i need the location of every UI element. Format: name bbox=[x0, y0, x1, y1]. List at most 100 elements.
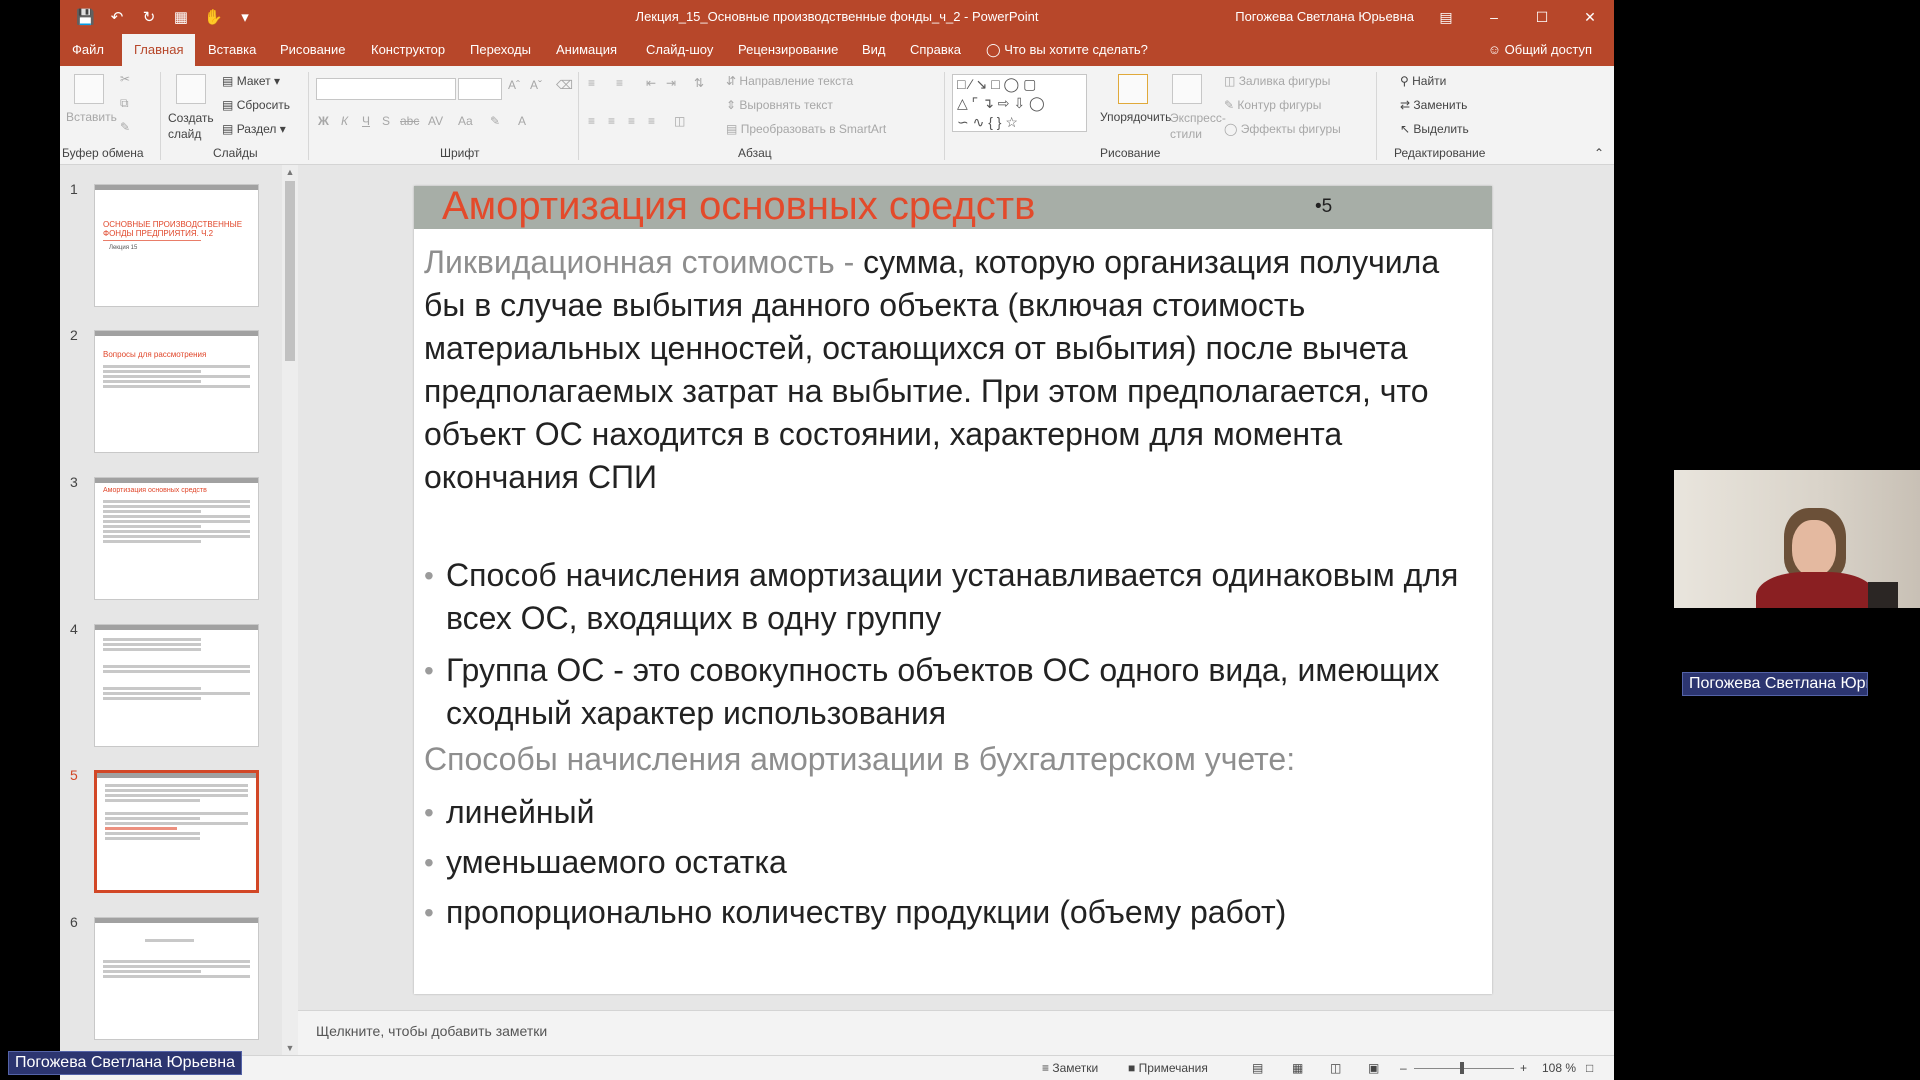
columns-icon[interactable]: ◫ bbox=[674, 114, 685, 128]
new-slide-icon[interactable] bbox=[176, 74, 206, 104]
tab-home[interactable]: Главная bbox=[122, 34, 196, 66]
new-slide-button[interactable]: Создать слайд bbox=[168, 110, 218, 142]
change-case-icon[interactable]: Aa bbox=[458, 114, 473, 128]
zoom-slider-handle[interactable] bbox=[1460, 1062, 1464, 1074]
replace-button[interactable]: ⇄ Заменить bbox=[1400, 98, 1467, 112]
definition-paragraph[interactable]: Ликвидационная стоимость - сумма, котору… bbox=[424, 241, 1484, 499]
notes-toggle[interactable]: ≡ Заметки bbox=[1042, 1061, 1098, 1075]
slide-thumbnail-3[interactable]: Амортизация основных средств bbox=[94, 477, 259, 600]
notes-placeholder[interactable]: Щелкните, чтобы добавить заметки bbox=[316, 1023, 547, 1039]
arrange-button[interactable]: Упорядочить bbox=[1100, 110, 1171, 124]
char-spacing-icon[interactable]: AV bbox=[428, 114, 443, 128]
arrange-icon[interactable] bbox=[1118, 74, 1148, 104]
slide-thumbnail-4[interactable] bbox=[94, 624, 259, 747]
scroll-down-icon[interactable]: ▼ bbox=[282, 1043, 298, 1053]
tab-view[interactable]: Вид bbox=[850, 34, 898, 66]
zoom-out-icon[interactable]: – bbox=[1400, 1061, 1407, 1075]
line-spacing-icon[interactable]: ⇅ bbox=[694, 76, 704, 90]
tell-me-search[interactable]: ◯ Что вы хотите сделать? bbox=[986, 34, 1148, 66]
thumbnails-scrollbar[interactable]: ▲ ▼ bbox=[282, 165, 298, 1055]
strikethrough-icon[interactable]: abc bbox=[400, 114, 419, 128]
slide-thumbnail-1[interactable]: ОСНОВНЫЕ ПРОИЗВОДСТВЕННЫЕ ФОНДЫ ПРЕДПРИЯ… bbox=[94, 184, 259, 307]
comments-toggle[interactable]: ■ Примечания bbox=[1128, 1061, 1208, 1075]
cut-icon[interactable]: ✂ bbox=[120, 72, 130, 86]
align-text-button[interactable]: ⇕ Выровнять текст bbox=[726, 98, 833, 112]
italic-icon[interactable]: К bbox=[341, 114, 348, 128]
select-button[interactable]: ↖ Выделить bbox=[1400, 122, 1469, 136]
find-button[interactable]: ⚲ Найти bbox=[1400, 74, 1446, 88]
slide-title[interactable]: Амортизация основных средств bbox=[442, 184, 1035, 229]
zoom-slider[interactable] bbox=[1414, 1068, 1514, 1069]
font-grow-icon[interactable]: Aˆ bbox=[508, 78, 520, 92]
normal-view-icon[interactable]: ▤ bbox=[1252, 1061, 1263, 1075]
font-size-select[interactable] bbox=[458, 78, 502, 100]
slide-thumbnail-2[interactable]: Вопросы для рассмотрения bbox=[94, 330, 259, 453]
tab-insert[interactable]: Вставка bbox=[196, 34, 268, 66]
minimize-icon[interactable]: – bbox=[1470, 0, 1518, 34]
clear-format-icon[interactable]: ⌫ bbox=[556, 78, 573, 92]
paste-button[interactable]: Вставить bbox=[66, 110, 117, 124]
tab-design[interactable]: Конструктор bbox=[359, 34, 457, 66]
shapes-gallery[interactable]: □ ∕ ↘ □ ◯ ▢ △ ⌜ ↴ ⇨ ⇩ ◯ ∽ ∿ { } ☆ bbox=[952, 74, 1087, 132]
tab-draw[interactable]: Рисование bbox=[268, 34, 357, 66]
layout-button[interactable]: ▤ Макет ▾ bbox=[222, 74, 280, 88]
zoom-level[interactable]: 108 % bbox=[1542, 1061, 1576, 1075]
fit-to-window-icon[interactable]: □ bbox=[1586, 1061, 1593, 1075]
tab-file[interactable]: Файл bbox=[60, 34, 116, 66]
font-name-select[interactable] bbox=[316, 78, 456, 100]
collapse-ribbon-icon[interactable]: ⌃ bbox=[1594, 146, 1604, 160]
paste-icon[interactable] bbox=[74, 74, 104, 104]
smartart-button[interactable]: ▤ Преобразовать в SmartArt bbox=[726, 122, 886, 136]
tab-slideshow[interactable]: Слайд-шоу bbox=[634, 34, 725, 66]
tab-review[interactable]: Рецензирование bbox=[726, 34, 850, 66]
decrease-indent-icon[interactable]: ⇤ bbox=[646, 76, 656, 90]
section-button[interactable]: ▤ Раздел ▾ bbox=[222, 122, 286, 136]
method-item[interactable]: • пропорционально количеству продукции (о… bbox=[424, 891, 1484, 934]
font-shrink-icon[interactable]: Aˇ bbox=[530, 78, 542, 92]
reading-view-icon[interactable]: ◫ bbox=[1330, 1061, 1341, 1075]
copy-icon[interactable]: ⧉ bbox=[120, 96, 129, 111]
ribbon-display-icon[interactable]: ▤ bbox=[1422, 0, 1470, 34]
shape-fill-button[interactable]: ◫ Заливка фигуры bbox=[1224, 74, 1330, 88]
notes-pane[interactable]: Щелкните, чтобы добавить заметки bbox=[298, 1010, 1614, 1056]
maximize-icon[interactable]: ☐ bbox=[1518, 0, 1566, 34]
justify-icon[interactable]: ≡ bbox=[648, 114, 655, 128]
align-center-icon[interactable]: ≡ bbox=[608, 114, 615, 128]
share-button[interactable]: ☺ Общий доступ bbox=[1488, 34, 1592, 66]
slideshow-view-icon[interactable]: ▣ bbox=[1368, 1061, 1379, 1075]
underline-icon[interactable]: Ч bbox=[362, 114, 370, 128]
shape-effects-button[interactable]: ◯ Эффекты фигуры bbox=[1224, 122, 1341, 136]
bullets-icon[interactable]: ≡ bbox=[588, 76, 595, 90]
format-painter-icon[interactable]: ✎ bbox=[120, 120, 130, 134]
highlight-icon[interactable]: ✎ bbox=[490, 114, 500, 128]
scroll-up-icon[interactable]: ▲ bbox=[282, 167, 298, 177]
quick-styles-icon[interactable] bbox=[1172, 74, 1202, 104]
tab-animations[interactable]: Анимация bbox=[544, 34, 629, 66]
current-slide[interactable]: Амортизация основных средств •5 Ликвидац… bbox=[414, 184, 1492, 994]
tab-transitions[interactable]: Переходы bbox=[458, 34, 543, 66]
zoom-in-icon[interactable]: + bbox=[1520, 1061, 1527, 1075]
close-icon[interactable]: ✕ bbox=[1566, 0, 1614, 34]
increase-indent-icon[interactable]: ⇥ bbox=[666, 76, 676, 90]
shadow-icon[interactable]: S bbox=[382, 114, 390, 128]
tab-help[interactable]: Справка bbox=[898, 34, 973, 66]
quick-styles-button[interactable]: Экспресс-стили bbox=[1170, 110, 1226, 142]
method-item[interactable]: • линейный bbox=[424, 791, 1484, 834]
method-item[interactable]: • уменьшаемого остатка bbox=[424, 841, 1484, 884]
numbering-icon[interactable]: ≡ bbox=[616, 76, 623, 90]
reset-button[interactable]: ▤ Сбросить bbox=[222, 98, 290, 112]
slide-thumbnail-5-selected[interactable] bbox=[94, 770, 259, 893]
scrollbar-thumb[interactable] bbox=[285, 181, 295, 361]
slide-sorter-icon[interactable]: ▦ bbox=[1292, 1061, 1303, 1075]
account-name[interactable]: Погожева Светлана Юрьевна bbox=[1235, 9, 1414, 24]
font-color-icon[interactable]: A bbox=[518, 114, 526, 128]
bullet-item[interactable]: • Группа ОС - это совокупность объектов О… bbox=[424, 649, 1484, 735]
methods-heading[interactable]: Способы начисления амортизации в бухгалт… bbox=[424, 741, 1295, 778]
align-right-icon[interactable]: ≡ bbox=[628, 114, 635, 128]
bullet-item[interactable]: • Способ начисления амортизации устанавли… bbox=[424, 554, 1484, 640]
shape-outline-button[interactable]: ✎ Контур фигуры bbox=[1224, 98, 1321, 112]
text-direction-button[interactable]: ⇵ Направление текста bbox=[726, 74, 853, 88]
slide-thumbnail-6[interactable] bbox=[94, 917, 259, 1040]
bold-icon[interactable]: Ж bbox=[318, 114, 329, 128]
align-left-icon[interactable]: ≡ bbox=[588, 114, 595, 128]
